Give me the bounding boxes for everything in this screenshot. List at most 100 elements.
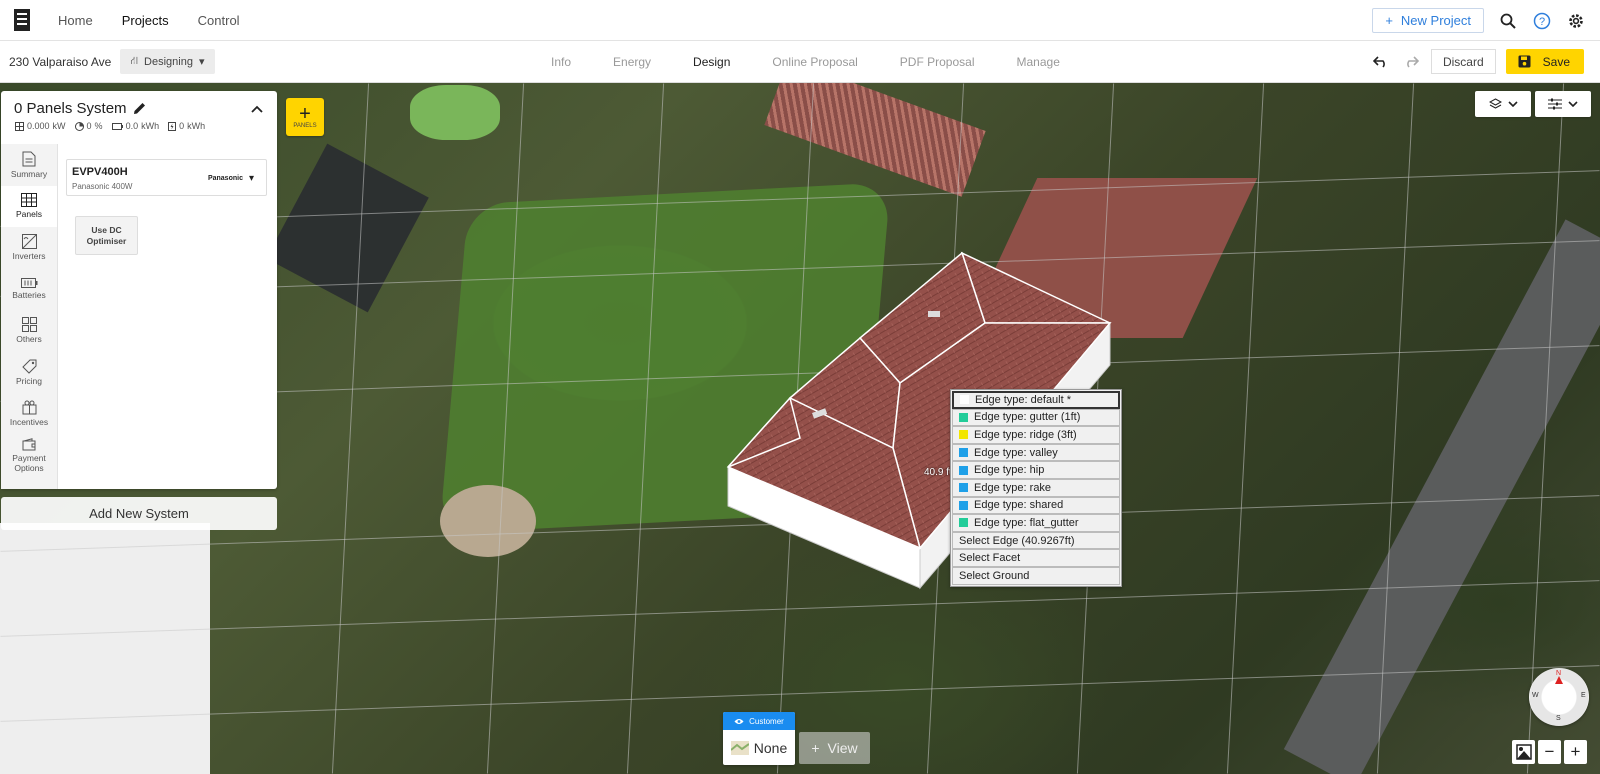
redo-icon[interactable] (1401, 52, 1421, 72)
side-tab-payment-options[interactable]: Payment Options (1, 435, 57, 477)
edge-color-swatch (959, 430, 968, 440)
tab-pdf-proposal[interactable]: PDF Proposal (900, 55, 975, 69)
project-address: 230 Valparaiso Ave (9, 54, 112, 69)
view-value: None (753, 739, 788, 756)
add-panels-label: PANELS (293, 123, 317, 129)
panel-model-description: Panasonic 400W (72, 182, 133, 191)
system-panel: 0 Panels System 0.000 kW 0% 0.0 kWh 0 kWh S… (1, 91, 277, 489)
system-side-tabs: Summary Panels Inverters Batteries Other… (1, 144, 58, 489)
compass-needle-icon (1555, 676, 1563, 684)
context-menu-item-label: Edge type: ridge (3ft) (974, 428, 1077, 441)
project-toolbar: 230 Valparaiso Ave ⛙ Designing ▾ Info En… (0, 41, 1600, 83)
context-menu-item[interactable]: Edge type: ridge (3ft) (952, 426, 1120, 444)
context-menu-item[interactable]: Edge type: gutter (1ft) (952, 408, 1120, 427)
edge-color-swatch (959, 448, 968, 458)
stat-power: 0.000 kW (15, 121, 66, 131)
use-dc-optimiser-button[interactable]: Use DC Optimiser (75, 216, 138, 255)
document-icon (22, 151, 36, 167)
context-menu-item[interactable]: Select Facet (952, 549, 1120, 567)
layers-icon (1488, 98, 1502, 109)
side-tab-summary[interactable]: Summary (1, 144, 57, 186)
edge-color-swatch (959, 465, 968, 475)
nav-projects[interactable]: Projects (122, 13, 198, 28)
new-project-label: New Project (1400, 13, 1471, 28)
context-menu-item[interactable]: Select Ground (952, 566, 1120, 585)
tab-design[interactable]: Design (693, 55, 730, 69)
nav-home[interactable]: Home (58, 13, 122, 28)
search-icon[interactable] (1498, 11, 1518, 31)
side-tab-others[interactable]: Others (1, 310, 57, 352)
map-style-toggle-icon[interactable] (1512, 740, 1535, 764)
inverter-icon (21, 234, 37, 250)
plus-icon: + (299, 103, 311, 125)
settings-gear-icon[interactable] (1566, 11, 1586, 31)
tab-manage[interactable]: Manage (1017, 55, 1060, 69)
caret-down-icon[interactable]: ▾ (249, 173, 254, 184)
zoom-in-button[interactable]: + (1564, 740, 1587, 764)
side-tab-batteries[interactable]: Batteries (1, 269, 57, 311)
side-tab-inverters[interactable]: Inverters (1, 227, 57, 269)
panel-model-name: EVPV400H (72, 166, 128, 178)
zoom-out-button[interactable]: − (1538, 740, 1561, 764)
display-settings-dropdown-button[interactable] (1535, 91, 1591, 117)
save-actions: Discard Save (1371, 49, 1584, 74)
context-menu-item[interactable]: Select Edge (40.9267ft) (952, 531, 1120, 550)
svg-text:?: ? (1539, 16, 1545, 28)
context-menu-item-label: Select Edge (40.9267ft) (959, 534, 1075, 547)
battery-icon (111, 122, 123, 130)
workflow-icon: ⛙ (130, 54, 139, 67)
edit-pencil-icon[interactable] (133, 102, 146, 115)
layers-dropdown-button[interactable] (1475, 91, 1531, 117)
add-panels-button[interactable]: + PANELS (286, 98, 324, 136)
tab-energy[interactable]: Energy (613, 55, 651, 69)
panel-product-selector[interactable]: EVPV400H Panasonic 400W Panasonic ▾ (66, 159, 267, 196)
new-project-button[interactable]: + New Project (1372, 8, 1484, 33)
add-new-system-button[interactable]: Add New System (1, 497, 277, 530)
compass-widget[interactable]: N S E W (1529, 668, 1589, 726)
eye-icon (734, 718, 744, 724)
context-menu-item-label: Edge type: rake (974, 481, 1052, 494)
side-tab-pricing[interactable]: Pricing (1, 352, 57, 394)
top-nav-bar: Home Projects Control + New Project ? (0, 0, 1600, 41)
app-logo-icon[interactable] (14, 9, 30, 31)
system-title[interactable]: 0 Panels System (14, 100, 146, 117)
panels-grid-icon (21, 193, 37, 208)
generation-bolt-icon (168, 121, 177, 131)
context-menu-item[interactable]: Edge type: hip (952, 461, 1120, 479)
context-menu-item[interactable]: Edge type: rake (952, 478, 1120, 497)
customer-view-selector[interactable]: Customer None (723, 712, 795, 765)
context-menu-item-label: Edge type: shared (974, 499, 1064, 512)
status-label: Designing (144, 55, 193, 68)
brand-logo-text: Panasonic (207, 175, 243, 182)
chevron-down-icon (1568, 101, 1578, 107)
side-tab-panels[interactable]: Panels (1, 185, 57, 227)
add-view-label: View (827, 740, 858, 756)
edge-color-swatch (960, 395, 969, 405)
price-tag-icon (21, 359, 36, 374)
nav-control[interactable]: Control (198, 13, 269, 28)
project-status-dropdown[interactable]: ⛙ Designing ▾ (120, 49, 215, 74)
collapse-chevron-up-icon[interactable] (251, 105, 263, 113)
map-thumbnail-icon (730, 740, 749, 755)
project-tabs: Info Energy Design Online Proposal PDF P… (551, 41, 1102, 83)
tab-info[interactable]: Info (551, 55, 571, 69)
stat-generation: 0 kWh (168, 121, 205, 131)
edge-color-swatch (959, 483, 968, 493)
sliders-icon (1548, 98, 1562, 110)
context-menu-item[interactable]: Edge type: valley (952, 443, 1120, 462)
undo-icon[interactable] (1371, 52, 1391, 72)
context-menu-item[interactable]: Edge type: shared (952, 496, 1120, 515)
save-button[interactable]: Save (1505, 49, 1584, 74)
context-menu-item-label: Select Facet (959, 552, 1021, 565)
context-menu-item[interactable]: Edge type: default * (952, 391, 1120, 409)
context-menu-item[interactable]: Edge type: flat_gutter (952, 514, 1120, 532)
discard-button[interactable]: Discard (1430, 49, 1496, 74)
help-icon[interactable]: ? (1532, 11, 1552, 31)
tab-online-proposal[interactable]: Online Proposal (772, 55, 857, 69)
side-tab-incentives[interactable]: Incentives (1, 393, 57, 435)
context-menu-item-label: Edge type: default * (975, 393, 1072, 406)
others-grid-icon (21, 317, 37, 333)
caret-down-icon: ▾ (198, 56, 205, 68)
add-view-button[interactable]: + View (799, 732, 870, 764)
view-header-label: Customer (749, 716, 784, 726)
